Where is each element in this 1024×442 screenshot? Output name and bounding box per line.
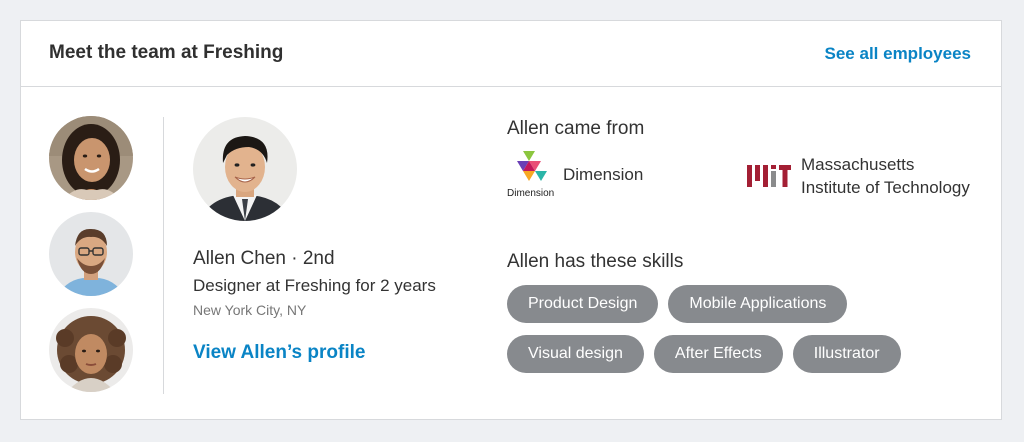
- woman-portrait-avatar-icon: [49, 116, 133, 200]
- school-name: Massachusetts Institute of Technology: [801, 153, 991, 199]
- profile-name: Allen Chen · 2nd: [193, 248, 335, 269]
- came-from-title: Allen came from: [507, 118, 645, 139]
- profile-role: Designer at Freshing for 2 years: [193, 276, 436, 295]
- school-name-line1: Massachusetts: [801, 155, 915, 174]
- skill-pill-product-design[interactable]: Product Design: [507, 285, 659, 323]
- skills-title: Allen has these skills: [507, 251, 684, 272]
- see-all-employees-link[interactable]: See all employees: [825, 44, 971, 64]
- company-name: Dimension: [563, 165, 644, 184]
- team-avatar-list: [49, 116, 135, 404]
- school-mit[interactable]: Massachusetts Institute of Technology: [747, 153, 991, 199]
- team-avatar-2[interactable]: [49, 212, 133, 296]
- card-title: Meet the team at Freshing: [49, 42, 284, 63]
- profile-photo[interactable]: [193, 117, 297, 221]
- school-name-line2: Institute of Technology: [801, 178, 970, 197]
- man-portrait-avatar-icon: [193, 117, 297, 221]
- profile-location: New York City, NY: [193, 302, 307, 318]
- dimension-logo-icon: [517, 151, 547, 181]
- dimension-logo-caption: Dimension: [507, 188, 555, 199]
- skill-pill-illustrator[interactable]: Illustrator: [792, 335, 901, 373]
- skill-pill-after-effects[interactable]: After Effects: [653, 335, 783, 373]
- card-header: Meet the team at Freshing See all employ…: [21, 21, 1001, 87]
- featured-profile: Allen Chen · 2nd Designer at Freshing fo…: [193, 117, 483, 364]
- view-profile-link[interactable]: View Allen’s profile: [193, 342, 483, 364]
- company-dimension[interactable]: Dimension Dimension: [507, 151, 643, 199]
- mit-logo-icon: [747, 165, 791, 187]
- team-avatar-3[interactable]: [49, 308, 133, 392]
- dimension-logo: Dimension: [507, 151, 559, 199]
- team-avatar-1[interactable]: [49, 116, 133, 200]
- vertical-divider: [163, 117, 164, 394]
- skill-pill-visual-design[interactable]: Visual design: [507, 335, 644, 373]
- team-card: Meet the team at Freshing See all employ…: [20, 20, 1002, 420]
- man-glasses-portrait-avatar-icon: [49, 212, 133, 296]
- woman-curly-hair-portrait-avatar-icon: [49, 308, 133, 392]
- skill-pill-mobile-applications[interactable]: Mobile Applications: [668, 285, 848, 323]
- skill-row: Product Design Mobile Applications: [507, 285, 967, 323]
- skills-list: Product Design Mobile Applications Visua…: [507, 285, 967, 385]
- skill-row: Visual design After Effects Illustrator: [507, 335, 967, 373]
